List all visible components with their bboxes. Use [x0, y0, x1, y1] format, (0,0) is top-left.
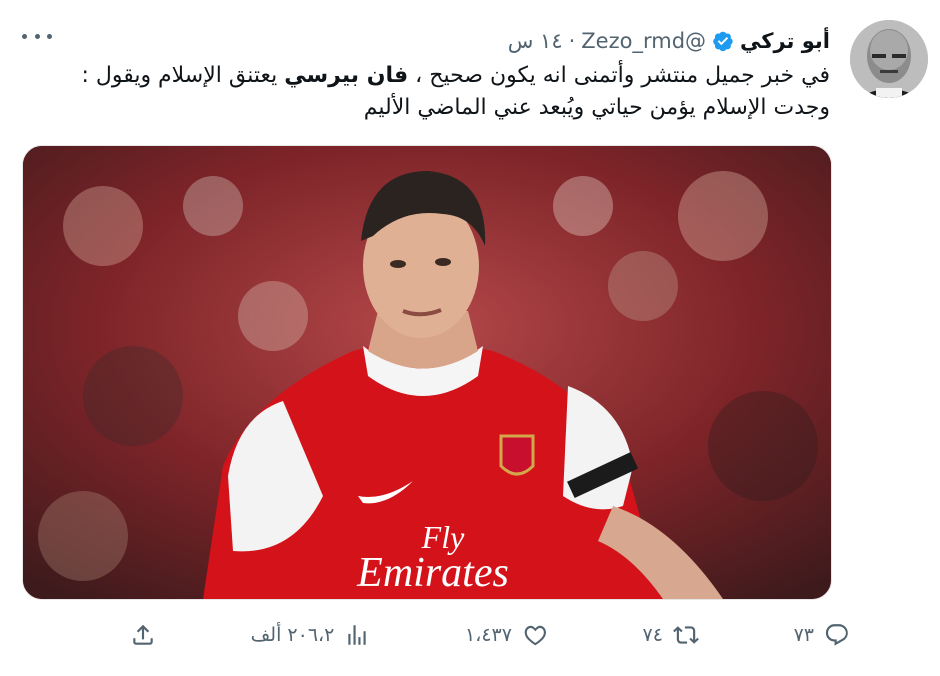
dot-icon — [47, 33, 52, 39]
tweet-card: أبو تركي Zezo_rmd@ · ١٤ س في خبر جميل من… — [0, 0, 940, 676]
verified-badge-icon — [712, 30, 734, 52]
like-icon — [524, 625, 546, 646]
author-handle[interactable]: Zezo_rmd@ — [581, 29, 706, 53]
dot-icon — [22, 33, 27, 39]
like-count: ١،٤٣٧ — [464, 624, 512, 646]
tweet-media-photo[interactable]: Fly Emirates — [22, 145, 832, 600]
more-options-icon[interactable] — [22, 26, 52, 46]
tweet-header: أبو تركي Zezo_rmd@ · ١٤ س — [508, 24, 830, 58]
reply-count: ٧٣ — [793, 624, 814, 646]
tweet-text: في خبر جميل منتشر وأتمنى انه يكون صحيح ،… — [22, 60, 830, 124]
share-button[interactable] — [130, 622, 156, 648]
avatar[interactable] — [850, 20, 928, 98]
share-icon — [133, 624, 153, 645]
sponsor-line2: Emirates — [356, 550, 509, 596]
tweet-text-bold: فان بيرسي — [284, 63, 409, 88]
tweet-time[interactable]: ١٤ س — [508, 29, 563, 53]
dot-icon — [34, 33, 40, 39]
like-button[interactable]: ١،٤٣٧ — [465, 622, 548, 648]
retweet-button[interactable]: ٧٤ — [643, 622, 699, 648]
tweet-actions: ٧٣ ٧٤ ١،٤٣٧ ٢٠٦،٢ ألف — [130, 612, 850, 658]
avatar-image — [850, 20, 928, 98]
header-separator: · — [568, 29, 576, 53]
views-button[interactable]: ٢٠٦،٢ ألف — [251, 622, 371, 648]
author-name[interactable]: أبو تركي — [740, 29, 830, 53]
player-photo: Fly Emirates — [23, 146, 831, 599]
views-count: ٢٠٦،٢ ألف — [250, 624, 335, 646]
reply-icon — [825, 624, 848, 646]
tweet-text-part1: في خبر جميل منتشر وأتمنى انه يكون صحيح ، — [408, 63, 830, 88]
retweet-count: ٧٤ — [642, 624, 663, 646]
views-icon — [348, 625, 367, 645]
retweet-icon — [673, 626, 699, 644]
reply-button[interactable]: ٧٣ — [794, 622, 850, 648]
